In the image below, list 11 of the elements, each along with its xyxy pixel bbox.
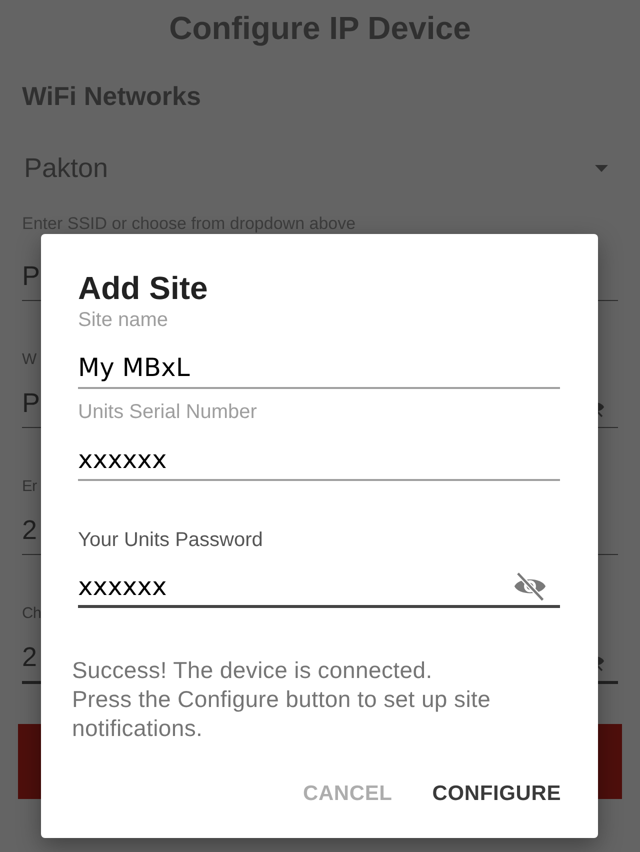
input-field[interactable]: My MBxL <box>78 353 560 389</box>
input-field[interactable]: xxxxxx <box>78 572 560 608</box>
field-label: Site name <box>78 309 168 331</box>
eye-slash-icon[interactable] <box>513 572 547 602</box>
configure-button[interactable]: CONFIGURE <box>424 770 569 818</box>
field-label: Units Serial Number <box>78 401 257 423</box>
field-label: Your Units Password <box>78 529 263 551</box>
input-field[interactable]: xxxxxx <box>78 445 560 481</box>
dialog-title: Add Site <box>78 271 208 305</box>
caret-icon <box>595 164 608 172</box>
status-message: Success! The device is connected. Press the Configure button to set up site notifications. <box>72 656 492 743</box>
